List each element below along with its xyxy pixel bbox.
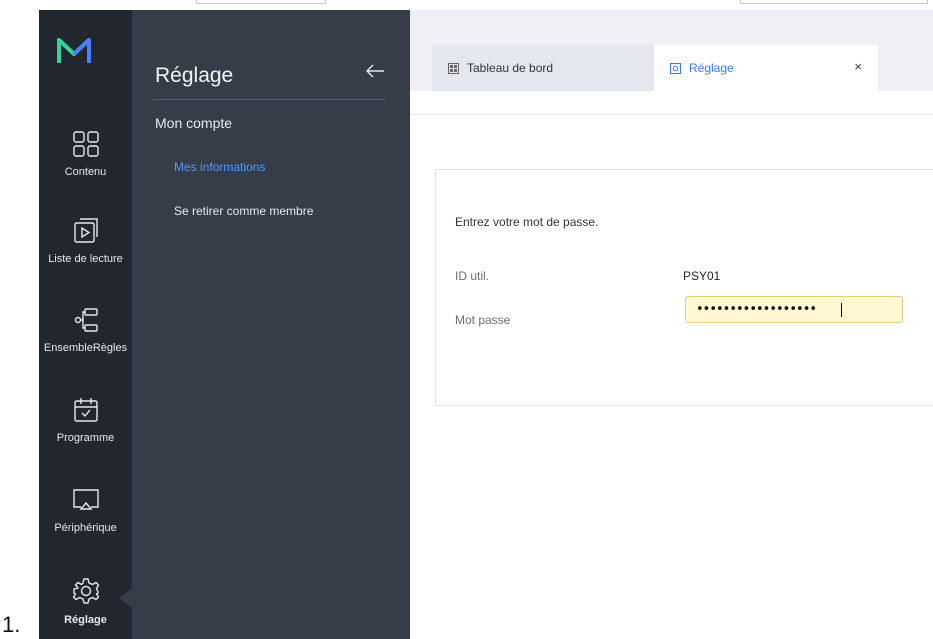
gear-icon xyxy=(72,578,99,604)
list-number: 1. xyxy=(2,612,21,637)
tab-settings[interactable]: Réglage × xyxy=(654,45,878,91)
active-indicator xyxy=(119,588,132,608)
rail-item-playlist[interactable]: Liste de lecture xyxy=(39,215,132,265)
section-my-account: Mon compte xyxy=(155,115,233,131)
rail-item-device[interactable]: Périphérique xyxy=(39,486,132,534)
rail-item-label: Programme xyxy=(56,432,115,444)
panel-divider xyxy=(153,99,386,100)
top-window-fragment xyxy=(740,0,928,4)
tab-dashboard[interactable]: Tableau de bord xyxy=(432,45,654,91)
main-area: Tableau de bord Réglage × Entrez votre m… xyxy=(410,10,933,639)
rail-item-label: Périphérique xyxy=(54,522,117,534)
app-logo-icon[interactable] xyxy=(56,36,92,66)
panel-title: Réglage xyxy=(155,64,234,87)
ruleset-icon xyxy=(74,308,98,332)
monitor-icon xyxy=(72,489,99,510)
rail-item-label: Liste de lecture xyxy=(48,253,123,265)
close-icon[interactable]: × xyxy=(854,59,862,74)
rail-item-ruleset[interactable]: EnsembleRègles xyxy=(39,306,132,354)
dashboard-icon xyxy=(448,62,459,74)
rail-item-schedule[interactable]: Programme xyxy=(39,396,132,444)
user-id-value: PSY01 xyxy=(683,269,721,283)
rail-item-content[interactable]: Contenu xyxy=(39,130,132,178)
settings-tab-icon xyxy=(670,62,681,74)
password-label: Mot passe xyxy=(455,313,511,327)
rail-item-label: Contenu xyxy=(64,166,107,178)
tab-bar: Tableau de bord Réglage × xyxy=(410,10,933,91)
settings-panel: Réglage Mon compte Mes informations Se r… xyxy=(132,10,410,639)
calendar-check-icon xyxy=(73,398,98,422)
text-caret xyxy=(841,303,842,317)
rail-item-label: EnsembleRègles xyxy=(43,342,128,354)
playlist-icon xyxy=(73,218,98,243)
password-field[interactable] xyxy=(685,296,903,323)
content-divider xyxy=(410,114,933,115)
user-id-label: ID util. xyxy=(455,269,490,283)
tab-label: Tableau de bord xyxy=(467,61,554,75)
tab-label: Réglage xyxy=(689,61,734,75)
content-grid-icon xyxy=(72,131,99,157)
top-window-fragment xyxy=(196,0,326,4)
menu-item-my-info[interactable]: Mes informations xyxy=(174,160,265,174)
back-arrow-icon[interactable] xyxy=(364,60,386,82)
password-card: Entrez votre mot de passe. ID util. PSY0… xyxy=(435,169,933,406)
menu-item-withdraw-membership[interactable]: Se retirer comme membre xyxy=(174,204,313,218)
password-prompt: Entrez votre mot de passe. xyxy=(455,215,599,229)
rail-item-label: Réglage xyxy=(64,614,107,626)
icon-rail: Contenu Liste de lecture EnsembleRègles … xyxy=(39,10,132,639)
